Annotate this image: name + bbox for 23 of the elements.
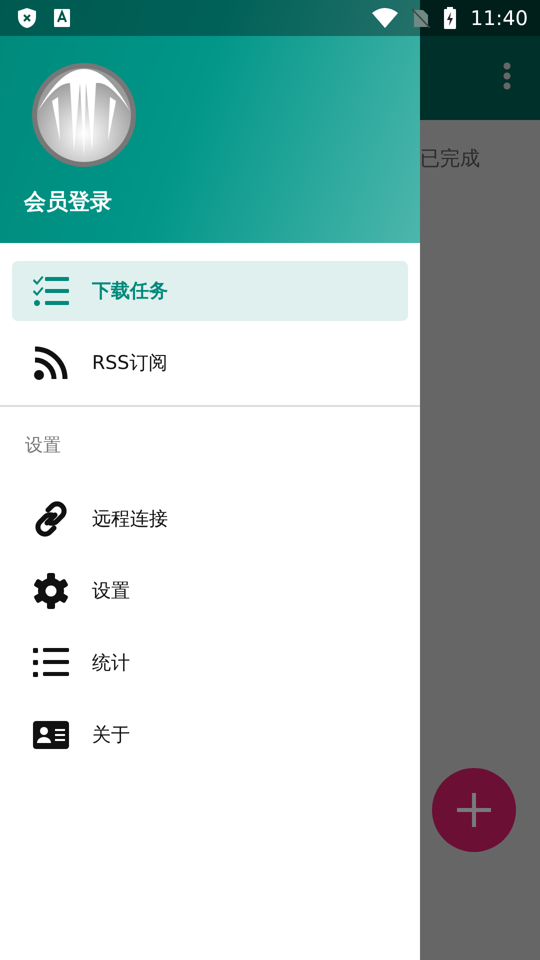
checklist-icon bbox=[33, 275, 69, 307]
login-title[interactable]: 会员登录 bbox=[24, 187, 112, 217]
settings-icon bbox=[33, 573, 69, 609]
no-sim-icon bbox=[412, 8, 430, 28]
shield-icon bbox=[18, 8, 36, 28]
link-icon bbox=[33, 501, 69, 537]
list-icon bbox=[33, 648, 69, 678]
drawer-item[interactable]: 下载任务 bbox=[12, 261, 408, 321]
globe-logo-icon bbox=[30, 61, 138, 169]
drawer-item[interactable]: 设置 bbox=[12, 561, 408, 621]
drawer-item[interactable]: 远程连接 bbox=[12, 489, 408, 549]
section-title: 设置 bbox=[25, 434, 61, 457]
drawer-item[interactable]: 关于 bbox=[12, 705, 408, 765]
id-card-icon bbox=[33, 721, 69, 749]
drawer-item[interactable]: RSS订阅 bbox=[12, 333, 408, 393]
clock-time: 11:40 bbox=[470, 6, 528, 30]
font-icon bbox=[54, 9, 70, 27]
rss-icon bbox=[33, 345, 69, 381]
wifi-icon bbox=[372, 8, 398, 28]
plus-icon bbox=[454, 790, 494, 830]
battery-charging-icon bbox=[444, 7, 456, 29]
more-icon[interactable] bbox=[503, 62, 511, 90]
drawer-item[interactable]: 统计 bbox=[12, 633, 408, 693]
